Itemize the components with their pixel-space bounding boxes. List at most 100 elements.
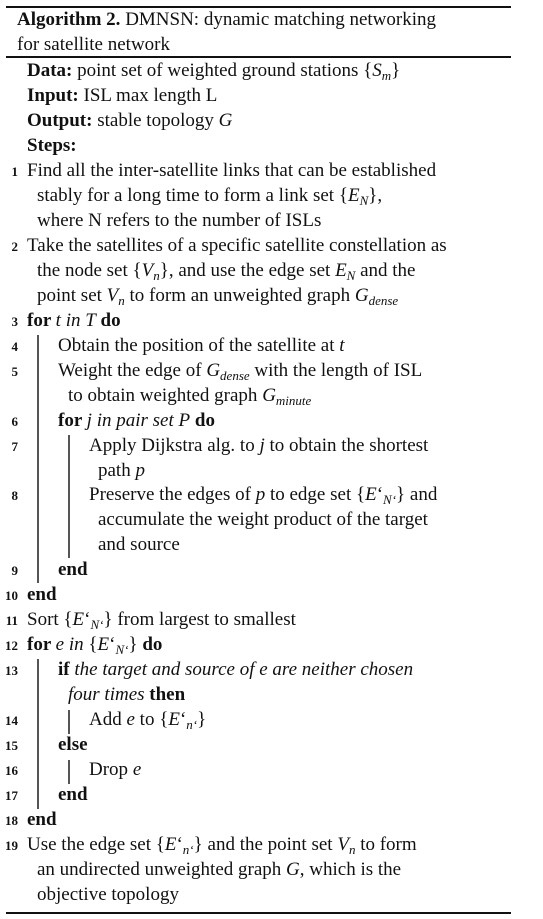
text-segment: Drop bbox=[89, 759, 133, 781]
line-number: 16 bbox=[5, 763, 18, 779]
keyword: Steps: bbox=[27, 134, 77, 156]
subscript: N bbox=[359, 192, 369, 208]
math-text: p bbox=[255, 484, 266, 506]
if-block-bar bbox=[68, 710, 70, 734]
line-number: 12 bbox=[5, 638, 18, 654]
text-segment: stably for a long time to form a link se… bbox=[37, 184, 348, 206]
algorithm-line: end bbox=[27, 807, 57, 832]
keyword: end bbox=[27, 584, 57, 606]
algorithm-line: Add e to {E‘n‘} bbox=[89, 707, 206, 737]
text-segment: { bbox=[88, 634, 98, 656]
text-segment: objective topology bbox=[37, 884, 179, 905]
keyword: end bbox=[27, 809, 57, 831]
algorithm-title: DMNSN: dynamic matching networking bbox=[120, 9, 437, 30]
algorithm-line: Find all the inter-satellite links that … bbox=[27, 158, 436, 183]
text-segment: Obtain the position of the satellite at bbox=[58, 334, 340, 356]
math-text: G bbox=[218, 109, 233, 131]
subscript: dense bbox=[368, 292, 399, 308]
keyword: end bbox=[58, 559, 88, 581]
algorithm-label: Algorithm 2. bbox=[17, 9, 121, 30]
math-text: j in pair set P bbox=[86, 409, 191, 431]
line-number: 10 bbox=[5, 588, 18, 604]
for-e-block-bar bbox=[37, 659, 39, 809]
text-segment: the node set { bbox=[37, 259, 142, 281]
algorithm-line: objective topology bbox=[37, 882, 179, 907]
math-text: t bbox=[339, 334, 345, 356]
math-text: four times bbox=[68, 684, 145, 706]
text-segment: Find all the inter-satellite links that … bbox=[27, 159, 437, 181]
algorithm-line: Output: stable topology G bbox=[27, 108, 232, 133]
algorithm-line: Apply Dijkstra alg. to j to obtain the s… bbox=[89, 433, 428, 458]
math-text: e in bbox=[55, 634, 89, 656]
text-segment: Take the satellites of a specific satell… bbox=[27, 234, 447, 256]
for-t-block-bar bbox=[37, 335, 39, 583]
text-segment: to obtain the shortest bbox=[264, 434, 429, 456]
keyword: then bbox=[144, 684, 186, 706]
line-number: 17 bbox=[5, 788, 18, 804]
math-text: E bbox=[164, 834, 177, 856]
bottom-rule bbox=[6, 912, 511, 914]
text-segment: Sort { bbox=[27, 609, 73, 631]
keyword: end bbox=[58, 784, 88, 806]
text-segment: ISL max length L bbox=[78, 84, 218, 106]
text-segment: } and the point set bbox=[193, 834, 338, 856]
math-text: V bbox=[106, 284, 119, 306]
algorithm-caption-line-2: for satellite network bbox=[17, 34, 171, 55]
text-segment: } bbox=[197, 709, 207, 731]
keyword: do bbox=[95, 309, 121, 331]
subscript: m bbox=[381, 68, 392, 83]
else-block-bar bbox=[68, 760, 70, 784]
line-number: 7 bbox=[11, 438, 19, 454]
math-text: G bbox=[262, 384, 276, 406]
text-segment: Use the edge set { bbox=[27, 834, 165, 856]
algorithm-line: end bbox=[58, 557, 88, 582]
text-segment: } bbox=[391, 60, 401, 81]
keyword: for bbox=[27, 634, 56, 656]
line-number: 14 bbox=[5, 713, 18, 729]
math-text: G bbox=[354, 284, 369, 306]
line-number: 19 bbox=[5, 838, 18, 854]
math-text: E bbox=[168, 709, 180, 731]
algorithm-line: Steps: bbox=[27, 133, 77, 158]
algorithm-line: four times then bbox=[68, 682, 185, 707]
keyword: do bbox=[190, 409, 215, 431]
algorithm-line: Take the satellites of a specific satell… bbox=[27, 233, 447, 258]
text-segment: Add bbox=[89, 709, 127, 731]
subscript: minute bbox=[275, 392, 312, 408]
text-segment: an undirected unweighted graph bbox=[37, 859, 287, 881]
math-text: E bbox=[97, 634, 110, 656]
algorithm-line: end bbox=[58, 782, 88, 807]
math-text: e bbox=[126, 709, 135, 731]
text-segment: path bbox=[98, 459, 136, 481]
math-text: E bbox=[365, 484, 377, 506]
math-text: V bbox=[141, 259, 154, 281]
algorithm-line: for t in T do bbox=[27, 308, 121, 333]
line-number: 4 bbox=[11, 338, 19, 354]
keyword: Output: bbox=[27, 109, 93, 131]
algorithm-line: else bbox=[58, 732, 88, 757]
keyword: for bbox=[27, 309, 56, 331]
text-segment: }, and use the edge set bbox=[159, 259, 336, 281]
line-number: 18 bbox=[5, 813, 18, 829]
algorithm-line: an undirected unweighted graph G, which … bbox=[37, 857, 401, 882]
text-segment: and the bbox=[355, 259, 416, 281]
algorithm-caption-line-1: Algorithm 2. DMNSN: dynamic matching net… bbox=[17, 7, 436, 32]
text-segment: Preserve the edges of bbox=[89, 484, 256, 506]
text-segment: stable topology bbox=[92, 109, 219, 131]
text-segment: } from largest to smallest bbox=[103, 609, 296, 631]
math-text: E bbox=[347, 184, 360, 206]
subscript: N‘ bbox=[90, 617, 104, 633]
math-text: G bbox=[206, 359, 221, 381]
algorithm-line: path p bbox=[98, 458, 145, 483]
text-segment: point set of weighted ground stations { bbox=[72, 60, 373, 81]
text-segment: to edge set { bbox=[265, 484, 366, 506]
keyword: if bbox=[58, 659, 75, 681]
line-number: 15 bbox=[5, 738, 18, 754]
keyword: for bbox=[58, 409, 87, 431]
subscript: n‘ bbox=[182, 842, 194, 858]
line-number: 11 bbox=[5, 613, 18, 629]
text-segment: }, bbox=[368, 184, 383, 206]
algorithm-line: where N refers to the number of ISLs bbox=[37, 208, 321, 233]
keyword: Data: bbox=[27, 60, 73, 81]
text-segment: } bbox=[128, 634, 138, 656]
